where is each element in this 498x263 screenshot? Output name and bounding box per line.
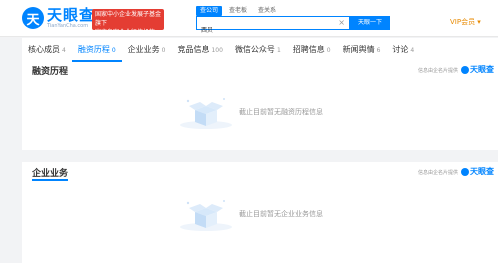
tab-competitors[interactable]: 竞品信息 100 [171,38,228,62]
tab-business[interactable]: 企业业务 0 [122,38,172,62]
financing-section: 融资历程 信息由企名片提供 天眼查 截止目前暂无融资历程信息 [22,62,498,150]
title-underline [32,179,68,181]
business-section: 企业业务 信息由企名片提供 天眼查 截止目前暂无企业业务信息 [22,162,498,263]
empty-box-icon [177,196,235,232]
search-tab-relation[interactable]: 查关系 [254,6,280,16]
logo-icon [461,65,469,74]
search-tab-company[interactable]: 查公司 [196,6,223,16]
empty-state: 截止目前暂无融资历程信息 [177,94,323,130]
provider-note: 信息由企名片提供 [417,68,458,74]
empty-box-icon [177,94,235,130]
section-title: 融资历程 [32,67,69,77]
provider-note: 信息由企名片提供 [417,170,458,176]
promo-line-1: 国家中小企业发展子基金旗下 [95,11,162,27]
clear-icon[interactable]: × [338,18,345,28]
tianyancha-logo[interactable]: 天 天眼查 TianYanCha.com [22,7,95,29]
company-tab-nav: 核心成员 4 融资历程 0 企业业务 0 竞品信息 100 微信公众号 1 招聘信息 0 新… [22,38,498,63]
tab-core-members[interactable]: 核心成员 4 [22,38,72,62]
logo-text: 天眼查 TianYanCha.com [47,7,95,29]
tab-news[interactable]: 新闻舆情 6 [337,38,387,62]
tab-recruitment[interactable]: 招聘信息 0 [287,38,337,62]
vip-menu[interactable]: VIP会员 ▾ [450,17,481,27]
search-input[interactable] [197,23,345,36]
provider-logo: 天眼查 [461,166,494,177]
search-box: × [196,16,350,36]
provider-logo: 天眼查 [461,64,494,75]
promo-line-2: 官方备案企业征信机构 [95,29,156,36]
empty-state: 截止目前暂无企业业务信息 [177,196,323,232]
tab-discussion[interactable]: 讨论 4 [386,38,420,62]
search-button[interactable]: 天眼一下 [350,16,390,30]
empty-text: 截止目前暂无企业业务信息 [239,210,323,218]
promo-banner[interactable]: 国家中小企业发展子基金旗下 官方备案企业征信机构 [92,9,164,36]
logo-mark: 天 [22,7,44,29]
logo-icon [461,167,469,176]
search-tab-boss[interactable]: 查老板 [225,6,251,16]
logo-name: 天眼查 [47,6,96,24]
tab-wechat[interactable]: 微信公众号 1 [229,38,287,62]
tab-financing[interactable]: 融资历程 0 [71,38,122,62]
top-bar: 天 天眼查 TianYanCha.com 国家中小企业发展子基金旗下 官方备案企… [0,0,498,37]
logo-domain: TianYanCha.com [47,23,89,29]
section-title: 企业业务 [32,169,69,179]
empty-text: 截止目前暂无融资历程信息 [239,108,323,116]
search-type-tabs: 查公司 查老板 查关系 [196,6,280,16]
